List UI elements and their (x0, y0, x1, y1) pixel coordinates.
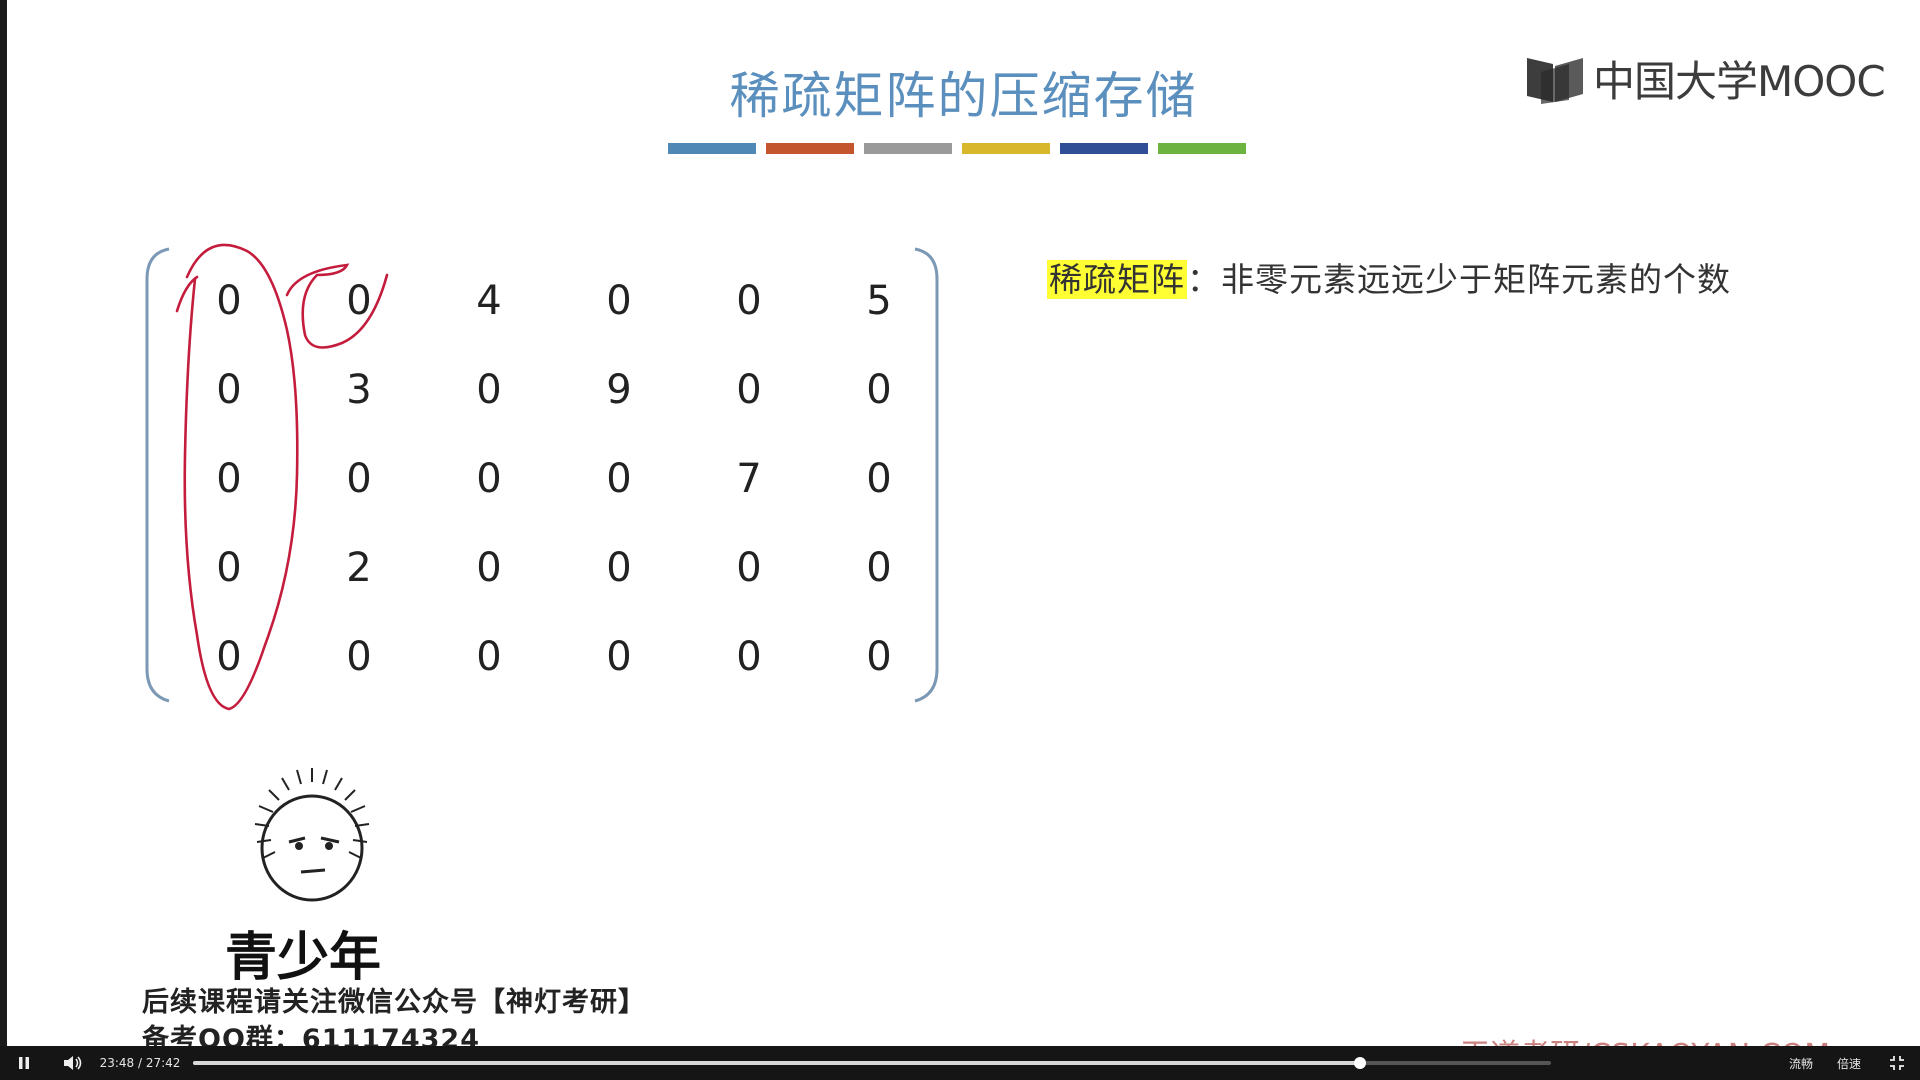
matrix-cell: 0 (866, 634, 892, 680)
progress-fill (193, 1061, 1360, 1065)
matrix-cell: 0 (736, 278, 762, 324)
quality-button[interactable]: 流畅 (1784, 1046, 1818, 1080)
sticker-face-icon (254, 768, 370, 902)
book-logo-icon (1527, 57, 1583, 104)
matrix-cell: 7 (736, 456, 762, 502)
matrix-cell: 0 (606, 545, 632, 591)
matrix-cell: 0 (476, 634, 502, 680)
color-bar-segment (668, 143, 756, 154)
matrix-cell: 0 (216, 545, 242, 591)
matrix-cell: 0 (476, 456, 502, 502)
speed-button[interactable]: 倍速 (1832, 1046, 1866, 1080)
color-bar-segment (1060, 143, 1148, 154)
matrix-cell: 0 (476, 367, 502, 413)
matrix-cell: 0 (216, 634, 242, 680)
slide: 稀疏矩阵的压缩存储 中国大学MOOC 004005030900000070020… (7, 0, 1920, 1046)
matrix-cell: 0 (476, 545, 502, 591)
promo-qq-group: 备考QQ群：611174324 (142, 1024, 480, 1046)
time-display: 23:48 / 27:42 (99, 1046, 181, 1080)
matrix-cell: 0 (736, 634, 762, 680)
matrix-cell: 0 (736, 367, 762, 413)
color-bar-segment (962, 143, 1050, 154)
matrix-cell: 0 (216, 278, 242, 324)
matrix-cell: 5 (866, 278, 892, 324)
exit-fullscreen-button[interactable] (1884, 1046, 1910, 1080)
pause-button[interactable] (12, 1046, 36, 1080)
matrix-cell: 0 (866, 545, 892, 591)
exit-fullscreen-icon (1890, 1056, 1904, 1070)
volume-button[interactable] (60, 1046, 86, 1080)
matrix-cell: 0 (606, 456, 632, 502)
matrix-cell: 9 (606, 367, 632, 413)
definition: 稀疏矩阵：非零元素远远少于矩阵元素的个数 (1047, 253, 1731, 301)
volume-icon (64, 1056, 82, 1070)
matrix-cell: 0 (216, 367, 242, 413)
matrix-cell: 2 (346, 545, 372, 591)
matrix-cell: 0 (606, 634, 632, 680)
time-separator: / (137, 1056, 143, 1070)
matrix-cell: 0 (736, 545, 762, 591)
matrix-cell: 0 (606, 278, 632, 324)
definition-term: 稀疏矩阵 (1047, 260, 1187, 299)
matrix-cell: 0 (866, 367, 892, 413)
sticker-caption: 青少年 (225, 928, 382, 988)
matrix-cell: 0 (346, 278, 372, 324)
definition-colon: ： (1187, 260, 1221, 299)
progress-bar[interactable] (193, 1057, 1551, 1069)
duration: 27:42 (145, 1056, 181, 1070)
color-bar-segment (766, 143, 854, 154)
matrix-cell: 0 (346, 456, 372, 502)
current-time: 23:48 (99, 1056, 135, 1070)
promo-wechat: 后续课程请关注微信公众号【神灯考研】 (142, 987, 646, 1018)
matrix-cell: 0 (216, 456, 242, 502)
mooc-logo: 中国大学MOOC (1525, 48, 1886, 109)
pause-icon (19, 1057, 29, 1069)
watermark: 王道考研/CSKAOYAN.COM (1460, 1030, 1830, 1046)
logo-text: 中国大学MOOC (1593, 57, 1886, 106)
progress-handle[interactable] (1353, 1057, 1366, 1069)
left-edge (0, 0, 7, 1046)
definition-text: 非零元素远远少于矩阵元素的个数 (1221, 260, 1731, 299)
matrix-cell: 4 (476, 278, 502, 324)
matrix-cell: 3 (346, 367, 372, 413)
color-bar-segment (1158, 143, 1246, 154)
color-bar-segment (864, 143, 952, 154)
matrix-cell: 0 (866, 456, 892, 502)
matrix-cell: 0 (346, 634, 372, 680)
